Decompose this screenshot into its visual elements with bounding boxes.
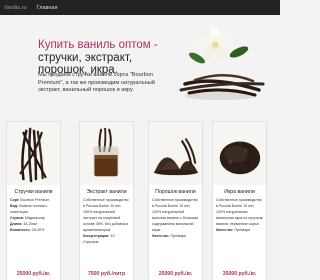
nav-home-link[interactable]: Главная: [37, 5, 58, 11]
vanilla-powder-image: [149, 122, 202, 185]
product-price: 25000 руб./кг.: [158, 271, 193, 277]
hero-vanilla-image: [175, 22, 267, 104]
product-card-powder[interactable]: Порошок ванили Собственное производство …: [148, 121, 203, 280]
vanilla-extract-image: [80, 122, 133, 185]
product-title: Икра ванили: [224, 189, 255, 195]
top-navbar: Vanilia.ru Главная: [0, 0, 280, 15]
product-title: Порошок ванили: [155, 189, 196, 195]
hero-title-accent: Купить ваниль оптом -: [38, 39, 158, 51]
product-title: Экстракт ванили: [86, 189, 127, 195]
product-description: Собственное производство в России Более …: [216, 198, 263, 232]
vanilla-pods-image: [7, 122, 60, 185]
site-brand-link[interactable]: Vanilia.ru: [4, 5, 27, 11]
product-price: 7500 руб./литр: [87, 271, 126, 277]
product-title: Стручки ванили: [14, 189, 53, 195]
product-description: Собственное производство в России Более …: [83, 198, 129, 244]
product-card-extract[interactable]: Экстракт ванили Собственное производство…: [79, 121, 134, 280]
hero-description: Мы продаем стручки ванили сорта "Bourbon…: [38, 72, 155, 94]
product-card-pods[interactable]: Стручки ванили Copt: Bourbon Premium Вид…: [6, 121, 61, 280]
product-card-seeds[interactable]: Икра ванили Собственное производство в Р…: [212, 121, 267, 280]
product-price: 35000 руб./кг.: [222, 271, 257, 277]
vanilla-seeds-image: [213, 122, 266, 185]
product-description: Собственное производство в России Более …: [152, 198, 198, 238]
product-description: Copt: Bourbon Premium Вид: Ваниль полная…: [10, 198, 50, 232]
hero-title: Купить ваниль оптом - стручки, экстракт,…: [38, 39, 168, 77]
product-price: 25000 руб./кг.: [16, 271, 51, 277]
